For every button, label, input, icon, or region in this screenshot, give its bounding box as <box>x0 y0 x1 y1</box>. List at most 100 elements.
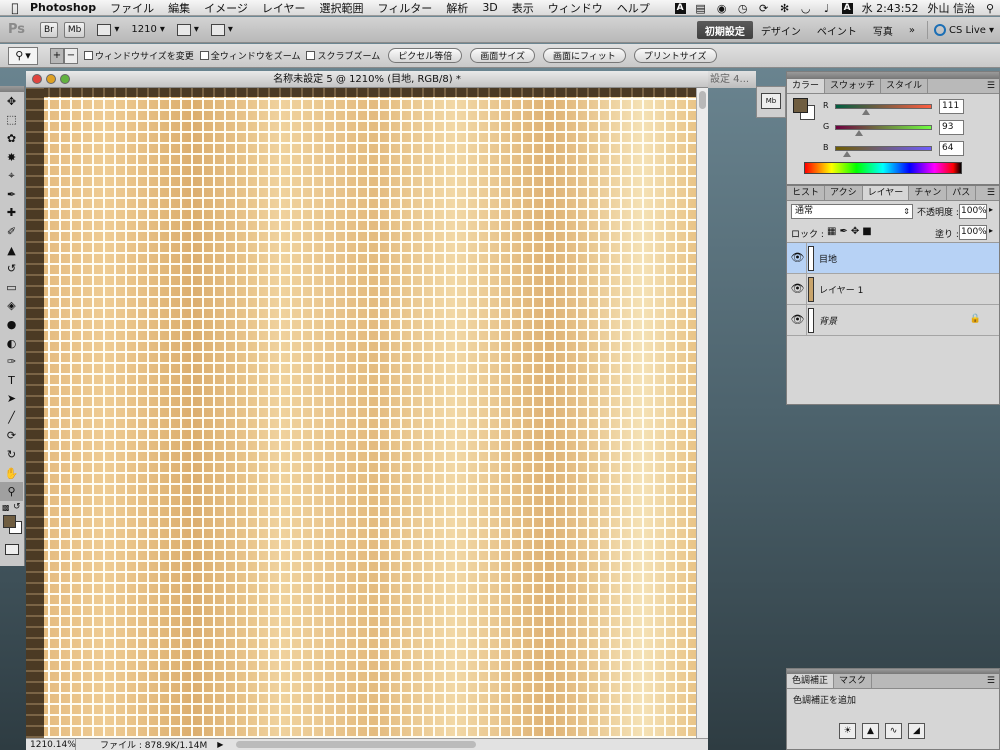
zoom-percentage-field[interactable]: 1210.14% <box>26 738 76 750</box>
zoom-in-icon[interactable]: + <box>50 47 64 64</box>
marquee-tool-icon[interactable]: ⬚ <box>0 111 23 130</box>
quick-selection-tool-icon[interactable]: ✸ <box>0 148 23 167</box>
tab-swatches[interactable]: スウォッチ <box>825 79 882 93</box>
panel-menu-icon[interactable]: ☰ <box>987 674 995 689</box>
volume-icon[interactable]: ♩ <box>821 2 833 15</box>
path-selection-tool-icon[interactable]: ➤ <box>0 390 23 409</box>
wifi-icon[interactable]: ◡ <box>800 2 812 15</box>
tab-history[interactable]: ヒスト <box>787 186 826 200</box>
lock-transparent-icon[interactable]: ▦ <box>827 226 836 237</box>
color-spectrum-bar[interactable] <box>804 162 962 174</box>
layer-name[interactable]: レイヤー 1 <box>819 283 863 296</box>
tab-paths[interactable]: パス <box>947 186 977 200</box>
brightness-contrast-icon[interactable]: ☀ <box>839 723 856 739</box>
menu-layer[interactable]: レイヤー <box>262 0 306 16</box>
layer-row[interactable]: 👁 目地 <box>787 243 999 274</box>
tab-color[interactable]: カラー <box>787 79 826 93</box>
default-colors-icon[interactable]: ▩ <box>2 503 10 512</box>
layer-row[interactable]: 👁 レイヤー 1 <box>787 274 999 305</box>
curves-icon[interactable]: ∿ <box>885 723 902 739</box>
menu-edit[interactable]: 編集 <box>168 0 190 16</box>
history-brush-tool-icon[interactable]: ↺ <box>0 259 23 278</box>
eyedropper-tool-icon[interactable]: ✒ <box>0 185 23 204</box>
lock-image-icon[interactable]: ✒ <box>839 226 847 237</box>
fill-screen-button[interactable]: 画面にフィット <box>542 48 626 63</box>
menu-user[interactable]: 外山 信治 <box>928 0 976 16</box>
opacity-input[interactable]: 100% <box>959 204 987 219</box>
line-tool-icon[interactable]: ╱ <box>0 408 23 427</box>
panel-grip[interactable] <box>787 72 999 79</box>
quick-mask-button[interactable] <box>0 541 23 557</box>
status-menu-arrow-icon[interactable]: ▶ <box>217 740 223 749</box>
mini-bridge-icon[interactable]: Mb <box>761 93 781 109</box>
menu-analysis[interactable]: 解析 <box>446 0 468 16</box>
paint-bucket-tool-icon[interactable]: ◈ <box>0 297 23 316</box>
view-extras-dropdown[interactable]: ▾ <box>97 23 119 36</box>
arrange-documents-dropdown[interactable]: ▾ <box>176 23 199 36</box>
zoom-window-icon[interactable] <box>60 74 70 84</box>
fill-slider-arrow-icon[interactable]: ▸ <box>989 226 993 235</box>
tab-styles[interactable]: スタイル <box>881 79 929 93</box>
eye-icon[interactable]: 👁 <box>790 281 805 296</box>
blue-slider-knob[interactable] <box>843 151 851 157</box>
blend-mode-select[interactable]: 通常 ⇕ <box>791 204 913 219</box>
document-title-bar[interactable]: 名称未設定 5 @ 1210% (目地, RGB/8) * <box>26 71 708 88</box>
tool-preset-picker[interactable]: ⚲ ▾ <box>8 46 38 65</box>
zoom-all-windows-checkbox[interactable]: 全ウィンドウをズーム <box>199 49 300 62</box>
document-canvas[interactable] <box>26 88 696 738</box>
zoom-out-icon[interactable]: − <box>64 47 78 64</box>
eye-icon[interactable]: 👁 <box>790 312 805 327</box>
menu-clock[interactable]: 水 2:43:52 <box>862 0 919 16</box>
menu-help[interactable]: ヘルプ <box>617 0 650 16</box>
layer-thumbnail[interactable] <box>808 277 814 302</box>
menu-filter[interactable]: フィルター <box>378 0 433 16</box>
tab-channels[interactable]: チャン <box>909 186 948 200</box>
tab-adjustments[interactable]: 色調補正 <box>787 674 835 688</box>
zoom-tool-icon[interactable]: ⚲ <box>0 482 23 502</box>
fill-input[interactable]: 100% <box>959 225 987 240</box>
layer-thumbnail[interactable] <box>808 246 814 271</box>
launch-bridge-button[interactable]: Br <box>40 21 58 38</box>
layer-thumbnail[interactable] <box>808 308 814 333</box>
vertical-scroll-thumb[interactable] <box>699 91 706 109</box>
background-document-tab[interactable]: 設定 4... <box>708 71 756 88</box>
lock-position-icon[interactable]: ✥ <box>851 226 859 237</box>
camera-icon[interactable]: ◉ <box>716 2 728 15</box>
cs-live-button[interactable]: CS Live ▾ <box>927 21 994 39</box>
healing-brush-tool-icon[interactable]: ✚ <box>0 204 23 223</box>
eye-icon[interactable]: 👁 <box>790 250 805 265</box>
tab-actions[interactable]: アクシ <box>825 186 863 200</box>
red-channel-input[interactable]: 111 <box>939 99 964 114</box>
bluetooth-icon[interactable]: ✻ <box>779 2 791 15</box>
menu-window[interactable]: ウィンドウ <box>548 0 603 16</box>
workspace-design[interactable]: デザイン <box>753 21 809 39</box>
type-tool-icon[interactable]: T <box>0 371 23 390</box>
red-channel-slider[interactable] <box>835 104 932 109</box>
exposure-icon[interactable]: ◢ <box>908 723 925 739</box>
menu-3d[interactable]: 3D <box>482 1 497 14</box>
move-tool-icon[interactable]: ✥ <box>0 92 23 111</box>
3d-orbit-tool-icon[interactable]: ↻ <box>0 445 23 464</box>
tab-layers[interactable]: レイヤー <box>862 186 910 200</box>
launch-mini-bridge-button[interactable]: Mb <box>63 21 86 38</box>
scrubby-zoom-checkbox[interactable]: スクラブズーム <box>306 49 380 62</box>
close-window-icon[interactable] <box>32 74 42 84</box>
tab-masks[interactable]: マスク <box>834 674 873 688</box>
time-machine-icon[interactable]: ◷ <box>737 2 749 15</box>
menu-select[interactable]: 選択範囲 <box>320 0 364 16</box>
workspace-essentials[interactable]: 初期設定 <box>696 21 753 39</box>
hand-tool-icon[interactable]: ✋ <box>0 464 23 483</box>
spotlight-search-icon[interactable]: ⚲ <box>984 2 996 15</box>
panel-foreground-color[interactable] <box>793 98 808 113</box>
blue-channel-input[interactable]: 64 <box>939 141 964 156</box>
menu-file[interactable]: ファイル <box>110 0 154 16</box>
adobe-app-menu-icon[interactable]: A <box>674 2 686 14</box>
levels-icon[interactable]: ▲ <box>862 723 879 739</box>
horizontal-scroll-thumb[interactable] <box>236 741 476 748</box>
blur-tool-icon[interactable]: ● <box>0 315 23 334</box>
lasso-tool-icon[interactable]: ✿ <box>0 129 23 148</box>
fit-screen-button[interactable]: 画面サイズ <box>470 48 535 63</box>
green-channel-input[interactable]: 93 <box>939 120 964 135</box>
panel-menu-icon[interactable]: ☰ <box>987 186 995 201</box>
display-icon[interactable]: ▤ <box>695 2 707 15</box>
